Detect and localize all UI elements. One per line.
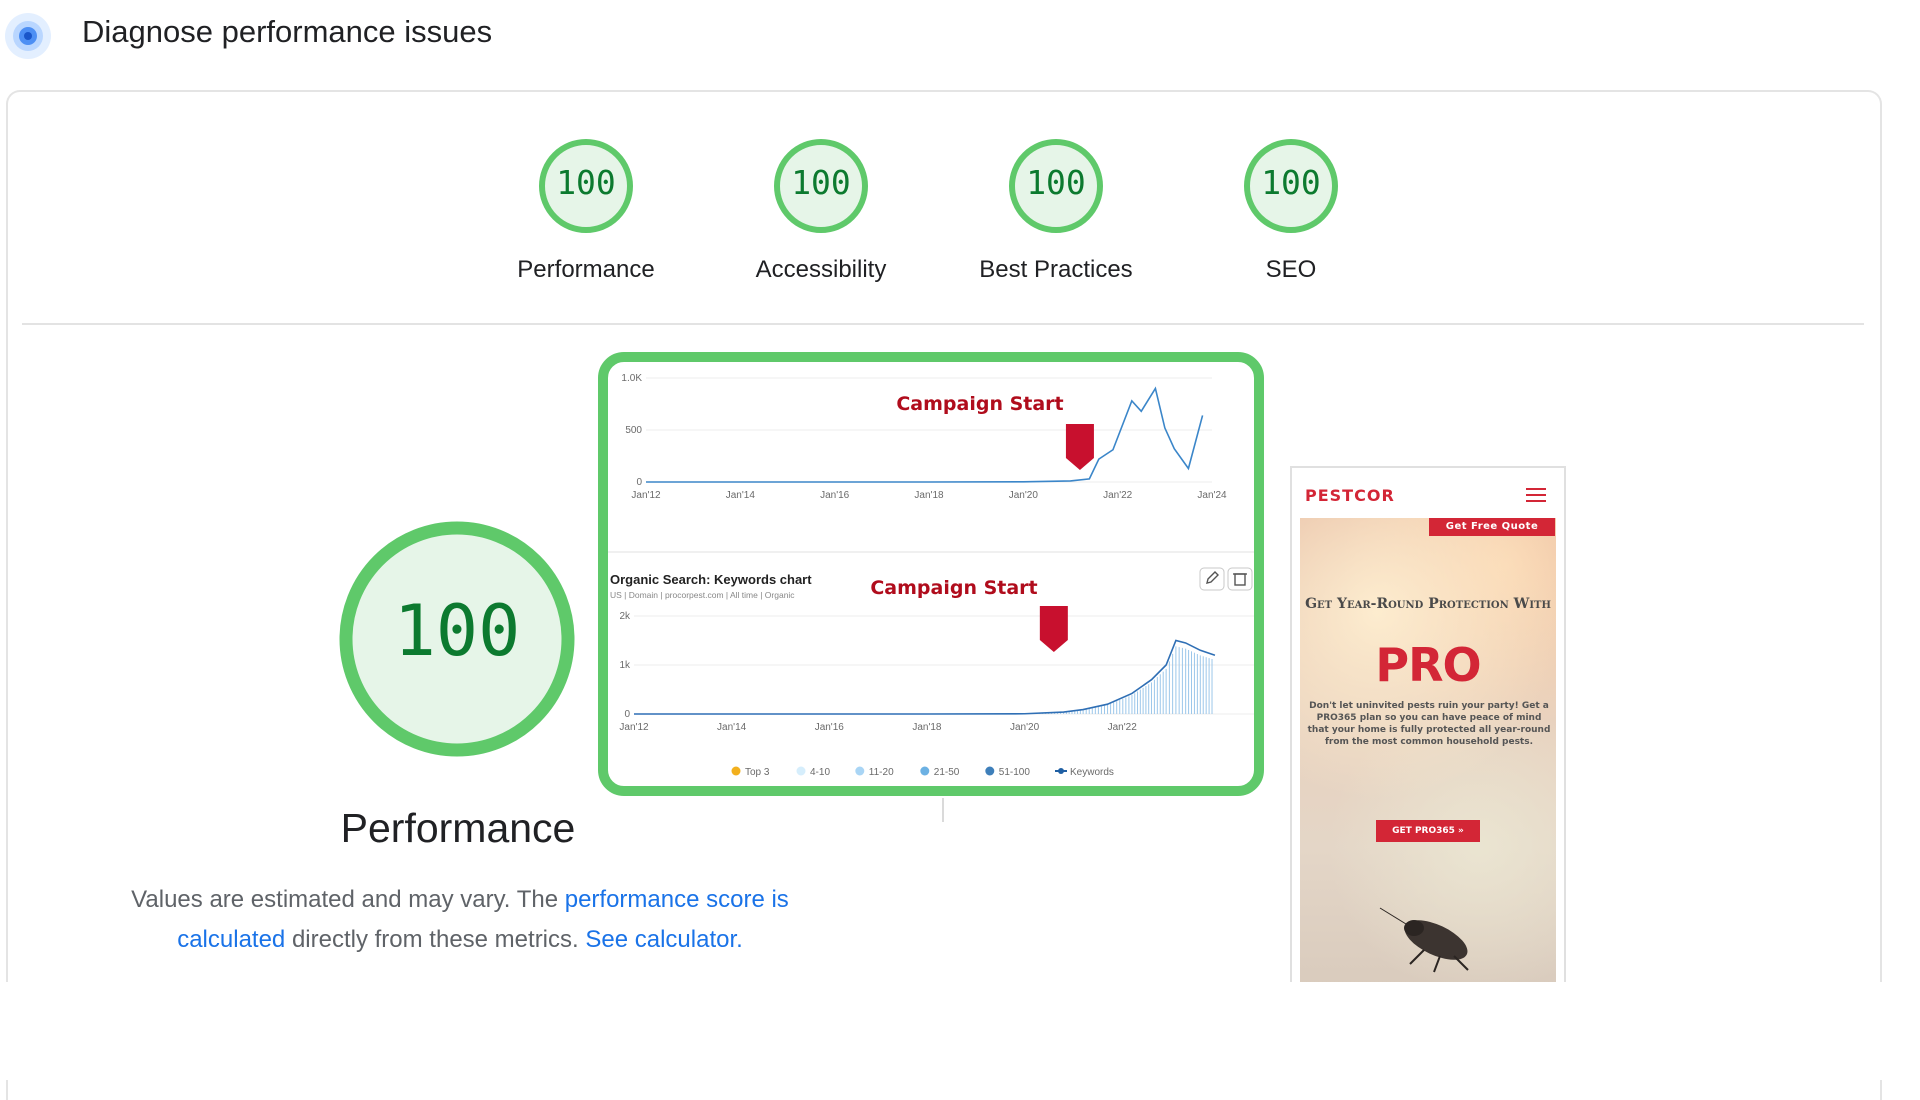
y-tick-label: 0: [624, 709, 630, 720]
legend-swatch: [920, 766, 930, 776]
performance-label: Performance: [340, 805, 576, 851]
campaign-charts-image: 1.0K 500 0 Jan'12 Jan'14 Jan'16 Jan'18 Jan'20 Ja…: [598, 352, 1264, 796]
gauge-label-performance: Performance: [517, 256, 655, 283]
campaign-start-label: Campaign Start: [870, 577, 1037, 599]
traffic-line-chart: 1.0K 500 0 Jan'12 Jan'14 Jan'16 Jan'18 Jan'20 Ja…: [621, 373, 1227, 501]
performance-description: Values are estimated and may vary. The p…: [100, 880, 820, 960]
legend-swatch: [985, 766, 995, 776]
legend-label: Top 3: [745, 767, 770, 778]
gauge-score: 100: [791, 163, 851, 202]
legend-swatch: [855, 766, 865, 776]
chart-subtitle: US | Domain | procorpest.com | All time …: [610, 590, 795, 600]
gauge-score: 100: [1261, 163, 1321, 202]
y-tick-label: 500: [625, 425, 642, 436]
campaign-marker: [1065, 424, 1094, 470]
gauge-seo[interactable]: 100: [1243, 138, 1339, 239]
performance-score: 100: [393, 590, 521, 672]
gauge-label-best-practices: Best Practices: [979, 256, 1133, 283]
legend-swatch: [796, 766, 806, 776]
charts-canvas: 1.0K 500 0 Jan'12 Jan'14 Jan'16 Jan'18 Jan'20 Ja…: [608, 373, 1254, 778]
legend-label: 51-100: [999, 767, 1031, 778]
y-tick-label: 1.0K: [621, 373, 642, 384]
mobile-screenshot: PESTCOR Get Free Quote Get Year-Round Pr…: [1290, 466, 1566, 986]
x-tick-label: Jan'12: [619, 722, 649, 733]
x-tick-label: Jan'24: [1197, 490, 1227, 501]
hero-headline: Get Year-Round Protection With: [1305, 596, 1551, 612]
x-tick-label: Jan'18: [914, 490, 944, 501]
x-tick-label: Jan'22: [1108, 722, 1138, 733]
x-tick-label: Jan'14: [726, 490, 756, 501]
legend-label: Keywords: [1070, 767, 1114, 778]
chart-title: Organic Search: Keywords chart: [610, 572, 812, 587]
x-tick-label: Jan'16: [820, 490, 850, 501]
desc-text: Values are estimated and may vary. The: [131, 886, 565, 913]
series-line: [634, 639, 1216, 715]
x-tick-label: Jan'12: [631, 490, 661, 501]
x-tick-label: Jan'16: [815, 722, 845, 733]
y-tick-label: 1k: [619, 660, 631, 671]
gauge-accessibility[interactable]: 100: [773, 138, 869, 239]
legend-swatch: [1058, 768, 1064, 774]
see-calculator-link[interactable]: See calculator.: [585, 926, 742, 953]
gauge-score: 100: [1026, 163, 1086, 202]
legend-label: 21-50: [934, 767, 960, 778]
keywords-chart: Organic Search: Keywords chart US | Domai…: [610, 572, 1254, 778]
campaign-start-label: Campaign Start: [896, 393, 1063, 415]
gauge-score: 100: [556, 163, 616, 202]
legend-swatch: [731, 766, 741, 776]
x-tick-label: Jan'14: [717, 722, 747, 733]
legend-label: 4-10: [810, 767, 830, 778]
x-tick-label: Jan'20: [1010, 722, 1040, 733]
hamburger-menu-icon[interactable]: [1526, 488, 1546, 502]
cockroach-image: [1379, 907, 1469, 973]
y-tick-label: 2k: [619, 611, 631, 622]
hero-brand: PRO: [1375, 638, 1481, 692]
trash-icon: [1227, 567, 1253, 591]
campaign-marker: [1039, 606, 1068, 652]
y-tick-label: 0: [636, 477, 642, 488]
gauge-best-practices[interactable]: 100: [1008, 138, 1104, 239]
lighthouse-icon: [5, 13, 51, 59]
gauge-label-accessibility: Accessibility: [755, 256, 887, 283]
x-tick-label: Jan'20: [1009, 490, 1039, 501]
hero-cta-button[interactable]: GET PRO365 »: [1376, 820, 1480, 842]
x-tick-label: Jan'18: [912, 722, 942, 733]
hero-body: Don't let uninvited pests ruin your part…: [1307, 701, 1551, 747]
legend-label: 11-20: [869, 767, 894, 778]
section-divider: [22, 323, 1864, 325]
desc-text: directly from these metrics.: [285, 926, 586, 953]
edit-icon: [1199, 567, 1225, 591]
x-tick-label: Jan'22: [1103, 490, 1133, 501]
get-quote-button[interactable]: Get Free Quote: [1429, 518, 1555, 536]
connector-line: [942, 798, 944, 822]
brand-logo: PESTCOR: [1305, 486, 1395, 505]
gauge-label-seo: SEO: [1265, 256, 1317, 283]
page-bottom: [0, 982, 1920, 1080]
gauge-performance[interactable]: 100: [538, 138, 634, 239]
page-title: Diagnose performance issues: [82, 14, 493, 49]
